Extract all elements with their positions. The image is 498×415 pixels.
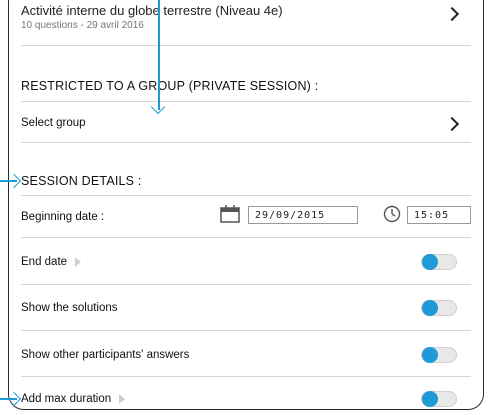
calendar-icon[interactable] [220, 205, 240, 223]
divider [21, 45, 471, 46]
session-settings-panel: Activité interne du globe terrestre (Niv… [8, 0, 484, 410]
select-group-label: Select group [21, 117, 86, 129]
clock-icon[interactable] [383, 205, 401, 223]
max-duration-toggle[interactable] [421, 391, 457, 407]
toggle-knob [422, 391, 438, 407]
session-heading: SESSION DETAILS : [21, 174, 142, 188]
session-section-header: SESSION DETAILS : [21, 174, 471, 188]
chevron-right-icon[interactable] [444, 6, 460, 22]
info-triangle-icon[interactable] [119, 394, 126, 404]
toggle-knob [422, 254, 438, 270]
end-date-label: End date [21, 256, 68, 268]
beginning-date-row: Beginning date : 29/09/2015 15:05 [21, 205, 471, 227]
show-solutions-label: Show the solutions [21, 302, 118, 314]
show-others-row: Show other participants' answers [21, 345, 471, 365]
annotation-arrow-line [158, 0, 160, 110]
toggle-knob [422, 347, 438, 363]
end-date-row: End date [21, 252, 471, 272]
divider [21, 142, 471, 143]
show-others-toggle[interactable] [421, 347, 457, 363]
divider [21, 284, 471, 285]
quiz-row[interactable]: Activité interne du globe terrestre (Niv… [21, 3, 471, 31]
info-triangle-icon[interactable] [75, 257, 82, 267]
show-solutions-row: Show the solutions [21, 298, 471, 318]
max-duration-label: Add max duration [21, 393, 112, 405]
restricted-section-header: RESTRICTED TO A GROUP (PRIVATE SESSION) … [21, 79, 471, 93]
end-date-toggle[interactable] [421, 254, 457, 270]
show-others-label: Show other participants' answers [21, 349, 190, 361]
date-input[interactable]: 29/09/2015 [248, 206, 358, 224]
divider [21, 195, 471, 196]
toggle-knob [422, 300, 438, 316]
quiz-subtitle: 10 questions - 29 avril 2016 [21, 20, 144, 31]
divider [21, 376, 471, 377]
chevron-right-icon[interactable] [444, 116, 460, 132]
divider [21, 237, 471, 238]
quiz-title: Activité interne du globe terrestre (Niv… [21, 3, 283, 18]
max-duration-row: Add max duration [21, 389, 471, 409]
time-input[interactable]: 15:05 [407, 206, 471, 224]
select-group-row[interactable]: Select group [21, 112, 471, 134]
divider [21, 330, 471, 331]
show-solutions-toggle[interactable] [421, 300, 457, 316]
divider [21, 101, 471, 102]
beginning-date-label: Beginning date : [21, 211, 105, 223]
restricted-heading: RESTRICTED TO A GROUP (PRIVATE SESSION) … [21, 79, 319, 93]
